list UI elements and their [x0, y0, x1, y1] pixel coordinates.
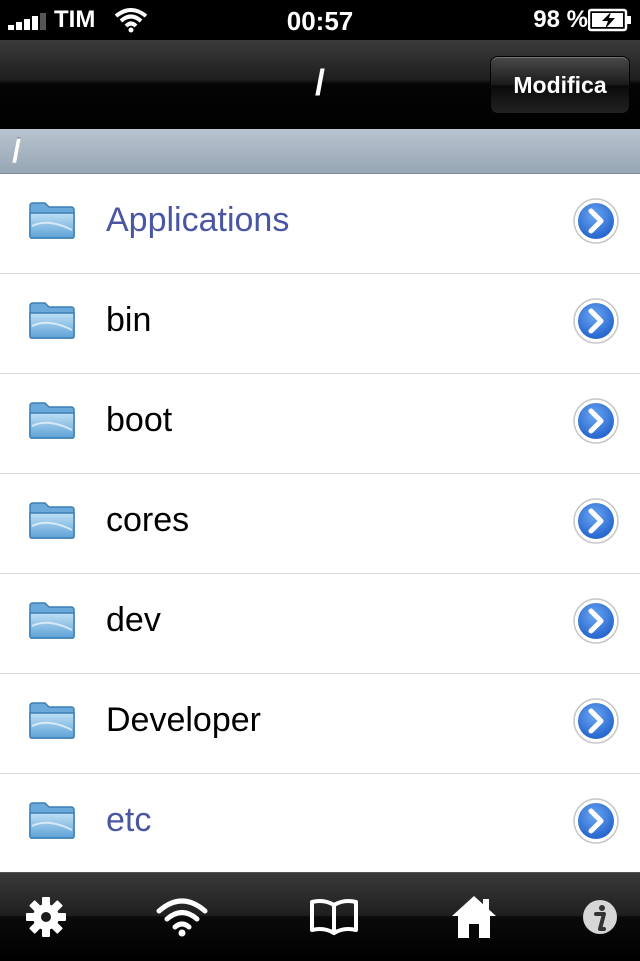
folder-name: etc [106, 801, 152, 839]
folder-icon [28, 400, 76, 440]
folder-row[interactable]: Developer [0, 674, 640, 774]
info-icon [583, 900, 617, 934]
disclosure-chevron-icon[interactable] [572, 397, 620, 445]
navigation-bar: / Modifica [0, 40, 640, 129]
battery-percentage: 98 % [533, 6, 588, 33]
gear-icon [26, 897, 66, 937]
disclosure-chevron-icon[interactable] [572, 797, 620, 845]
disclosure-chevron-icon[interactable] [572, 697, 620, 745]
folder-icon [28, 700, 76, 740]
edit-button[interactable]: Modifica [490, 56, 630, 114]
folder-row[interactable]: boot [0, 374, 640, 474]
folder-row[interactable]: dev [0, 574, 640, 674]
folder-name: boot [106, 401, 173, 439]
folder-name: dev [106, 601, 161, 639]
wifi-icon [156, 898, 208, 937]
folder-name: Developer [106, 701, 261, 739]
tab-bar [0, 872, 640, 961]
tab-settings[interactable] [18, 889, 74, 945]
folder-list: Applications bin boot cores dev Develope… [0, 174, 640, 874]
folder-row[interactable]: Applications [0, 174, 640, 274]
disclosure-chevron-icon[interactable] [572, 297, 620, 345]
folder-icon [28, 800, 76, 840]
folder-icon [28, 200, 76, 240]
book-icon [310, 899, 358, 935]
folder-icon [28, 600, 76, 640]
status-bar: TIM 00:57 98 % [0, 0, 640, 40]
folder-name: bin [106, 301, 152, 339]
folder-row[interactable]: etc [0, 774, 640, 874]
path-header: / [0, 129, 640, 174]
folder-name: cores [106, 501, 190, 539]
tab-wifi[interactable] [154, 889, 210, 945]
folder-row[interactable]: cores [0, 474, 640, 574]
current-path: / [12, 133, 21, 169]
folder-icon [28, 300, 76, 340]
folder-icon [28, 500, 76, 540]
tab-home[interactable] [446, 889, 502, 945]
folder-row[interactable]: bin [0, 274, 640, 374]
tab-info[interactable] [572, 889, 628, 945]
disclosure-chevron-icon[interactable] [572, 197, 620, 245]
home-icon [452, 896, 496, 938]
tab-bookmarks[interactable] [306, 889, 362, 945]
battery-charging-icon [588, 8, 631, 32]
disclosure-chevron-icon[interactable] [572, 597, 620, 645]
disclosure-chevron-icon[interactable] [572, 497, 620, 545]
folder-name: Applications [106, 201, 290, 239]
